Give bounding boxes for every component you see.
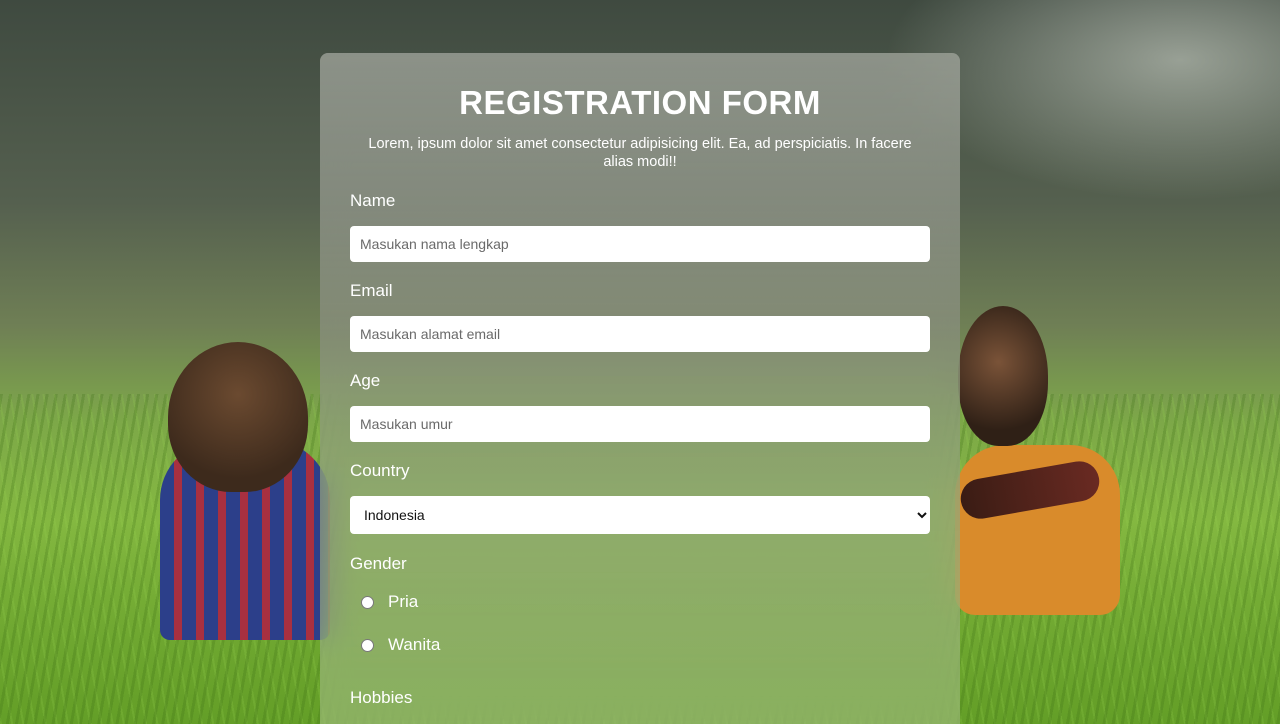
gender-radio-pria[interactable] — [361, 595, 374, 609]
email-label: Email — [350, 281, 393, 300]
country-select[interactable]: Indonesia — [350, 496, 930, 534]
registration-form: REGISTRATION FORM Lorem, ipsum dolor sit… — [320, 53, 960, 724]
gender-option-label: Wanita — [388, 635, 441, 654]
form-subtitle: Lorem, ipsum dolor sit amet consectetur … — [368, 136, 912, 170]
form-title: REGISTRATION FORM — [459, 84, 821, 121]
gender-option-wanita[interactable]: Wanita — [360, 632, 930, 658]
age-label: Age — [350, 371, 381, 390]
age-input[interactable] — [350, 406, 930, 442]
gender-option-label: Pria — [388, 592, 419, 611]
child-right-head — [958, 306, 1048, 446]
gender-option-pria[interactable]: Pria — [360, 589, 930, 615]
hobbies-label: Hobbies — [350, 688, 413, 707]
country-label: Country — [350, 461, 410, 480]
name-input[interactable] — [350, 226, 930, 262]
email-input[interactable] — [350, 316, 930, 352]
gender-radio-wanita[interactable] — [361, 638, 374, 652]
gender-label: Gender — [350, 554, 407, 573]
child-left-head — [168, 342, 308, 492]
name-label: Name — [350, 191, 396, 210]
